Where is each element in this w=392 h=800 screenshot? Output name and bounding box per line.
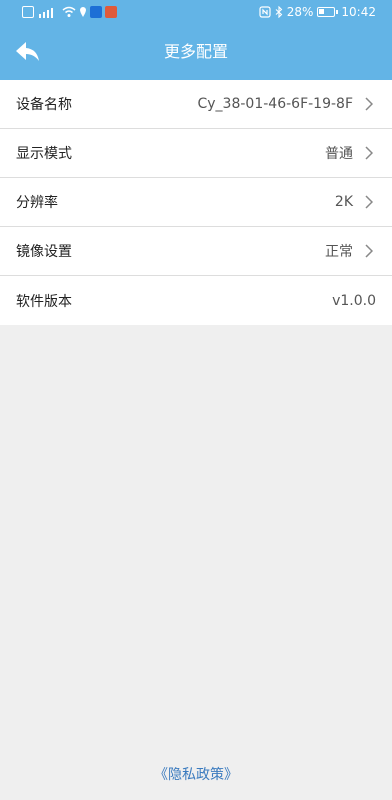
setting-row-mirror[interactable]: 镜像设置 正常 [0,227,392,276]
chevron-right-icon [362,244,376,258]
hd-icon [22,6,34,18]
app-notification-icon-2 [105,6,117,18]
setting-value: Cy_38-01-46-6F-19-8F [197,96,354,112]
battery-percent: 28% [286,5,314,19]
chevron-right-icon [362,195,376,209]
back-arrow-icon [16,42,39,61]
chevron-right-icon [362,146,376,160]
privacy-policy-link[interactable]: 《隐私政策》 [0,764,392,784]
setting-row-device-name[interactable]: 设备名称 Cy_38-01-46-6F-19-8F [0,80,392,129]
battery-icon [317,7,339,17]
clock: 10:42 [341,5,376,19]
setting-value: 2K [334,194,353,210]
settings-list: 设备名称 Cy_38-01-46-6F-19-8F 显示模式 普通 分辨率 2K… [0,80,392,325]
setting-row-resolution[interactable]: 分辨率 2K [0,178,392,227]
setting-label: 镜像设置 [16,244,72,260]
setting-row-software-version: 软件版本 v1.0.0 [0,276,392,325]
setting-label: 设备名称 [16,97,72,113]
setting-value: 普通 [325,146,353,162]
status-bar-left [22,4,117,20]
location-icon [80,7,86,17]
bluetooth-icon [275,6,283,18]
signal-icon [39,8,53,18]
nfc-icon [259,6,271,18]
back-button[interactable] [10,34,46,70]
wifi-icon [62,6,76,17]
setting-label: 显示模式 [16,146,72,162]
chevron-right-icon [362,97,376,111]
status-bar-right: 28% 10:42 [259,4,376,20]
status-bar: 28% 10:42 [0,0,392,24]
setting-label: 分辨率 [16,195,58,211]
nav-bar: 更多配置 [0,24,392,80]
setting-row-display-mode[interactable]: 显示模式 普通 [0,129,392,178]
page-title: 更多配置 [163,42,228,61]
setting-value: 正常 [325,244,353,260]
setting-value: v1.0.0 [332,292,376,309]
app-notification-icon [90,6,102,18]
setting-label: 软件版本 [16,293,72,310]
app-header: 28% 10:42 更多配置 [0,0,392,80]
